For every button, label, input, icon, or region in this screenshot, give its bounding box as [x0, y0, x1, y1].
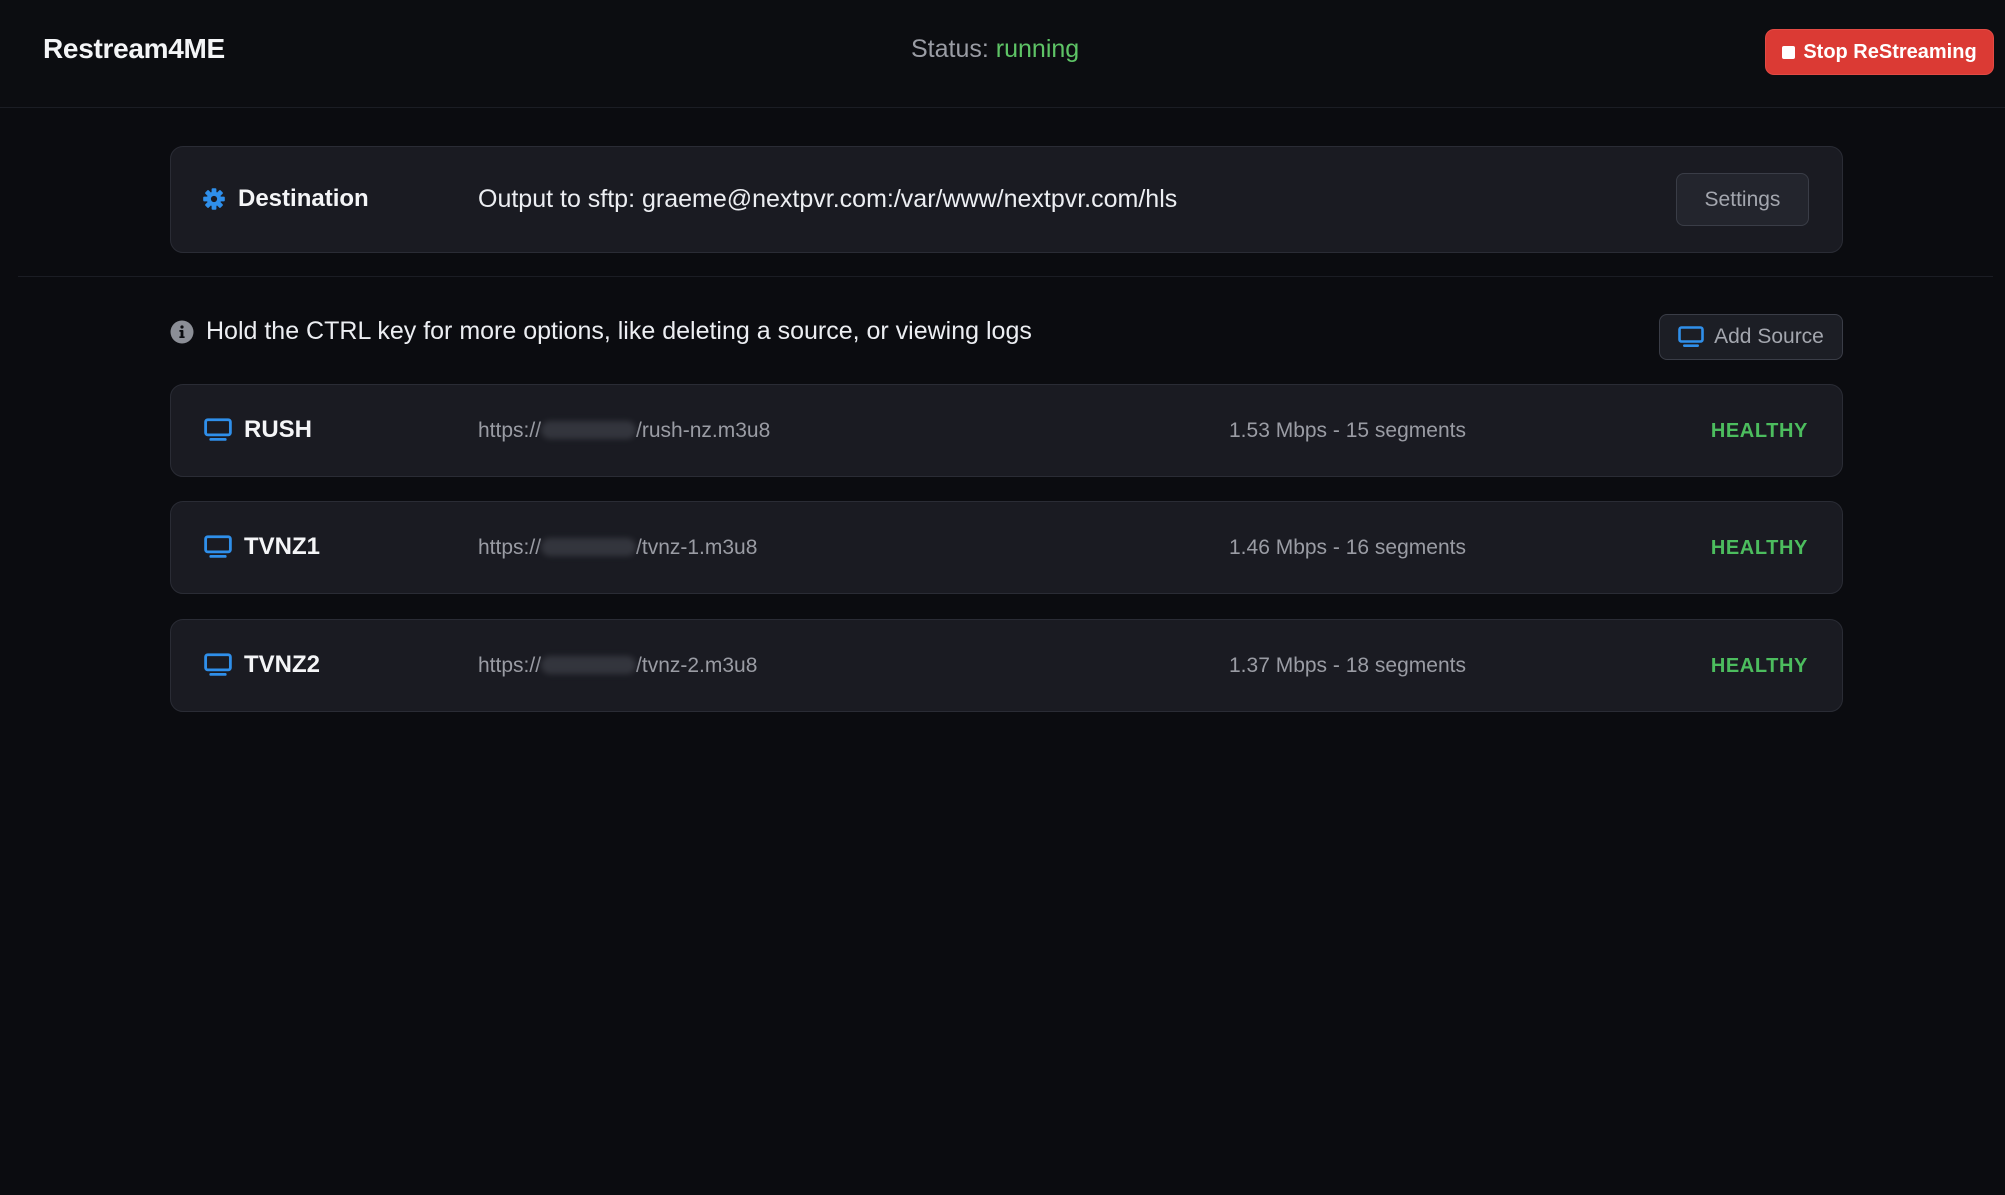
- status-label: Status:: [911, 35, 989, 63]
- source-url-prefix: https://: [478, 536, 542, 559]
- ctrl-hint: Hold the CTRL key for more options, like…: [170, 317, 1032, 346]
- source-url-prefix: https://: [478, 419, 542, 442]
- destination-title: Destination: [238, 185, 369, 212]
- health-badge: HEALTHY: [1710, 537, 1808, 559]
- redacted-host: [541, 538, 637, 556]
- top-bar: Restream4ME Status: running Stop ReStrea…: [0, 0, 2005, 108]
- source-url: https:// /tvnz-2.m3u8: [478, 654, 757, 678]
- settings-button[interactable]: Settings: [1676, 173, 1809, 226]
- source-name: TVNZ2: [244, 651, 321, 678]
- source-url: https:// /tvnz-1.m3u8: [478, 536, 757, 560]
- app-title: Restream4ME: [43, 33, 225, 64]
- health-badge: HEALTHY: [1710, 420, 1808, 442]
- source-url-suffix: /tvnz-1.m3u8: [636, 536, 758, 559]
- add-source-button[interactable]: Add Source: [1659, 314, 1843, 360]
- source-stats: 1.46 Mbps - 16 segments: [1229, 536, 1466, 559]
- source-name: RUSH: [244, 416, 313, 443]
- redacted-host: [541, 421, 637, 439]
- source-url-suffix: /rush-nz.m3u8: [636, 419, 771, 442]
- destination-output-text: Output to sftp: graeme@nextpvr.com:/var/…: [478, 185, 1178, 213]
- source-stats: 1.53 Mbps - 15 segments: [1229, 419, 1466, 442]
- monitor-icon: [1678, 326, 1704, 348]
- source-url-prefix: https://: [478, 654, 542, 677]
- status-value: running: [995, 35, 1080, 63]
- source-stats: 1.37 Mbps - 18 segments: [1229, 654, 1466, 677]
- stop-icon: [1782, 45, 1796, 59]
- stop-restreaming-label: Stop ReStreaming: [1803, 40, 1977, 63]
- hint-text: Hold the CTRL key for more options, like…: [206, 317, 1032, 345]
- source-row[interactable]: TVNZ2 https:// /tvnz-2.m3u8 1.37 Mbps - 1…: [170, 619, 1843, 712]
- source-url: https:// /rush-nz.m3u8: [478, 419, 770, 443]
- add-source-label: Add Source: [1714, 325, 1824, 348]
- source-name: TVNZ1: [244, 533, 321, 560]
- health-badge: HEALTHY: [1710, 655, 1808, 677]
- monitor-icon: [204, 653, 232, 677]
- source-url-suffix: /tvnz-2.m3u8: [636, 654, 758, 677]
- monitor-icon: [204, 535, 232, 559]
- source-name-cell: TVNZ1: [204, 533, 320, 561]
- monitor-icon: [204, 418, 232, 442]
- source-row[interactable]: RUSH https:// /rush-nz.m3u8 1.53 Mbps - 1…: [170, 384, 1843, 477]
- destination-card: Destination Output to sftp: graeme@nextp…: [170, 146, 1843, 253]
- status-indicator: Status: running: [911, 35, 1079, 64]
- section-divider: [18, 276, 1993, 277]
- gear-icon: [202, 187, 226, 211]
- redacted-host: [541, 656, 637, 674]
- info-icon: [170, 320, 194, 344]
- stop-restreaming-button[interactable]: Stop ReStreaming: [1766, 30, 1993, 74]
- source-name-cell: TVNZ2: [204, 651, 320, 679]
- destination-heading: Destination: [202, 185, 369, 213]
- source-name-cell: RUSH: [204, 416, 312, 444]
- source-row[interactable]: TVNZ1 https:// /tvnz-1.m3u8 1.46 Mbps - 1…: [170, 501, 1843, 594]
